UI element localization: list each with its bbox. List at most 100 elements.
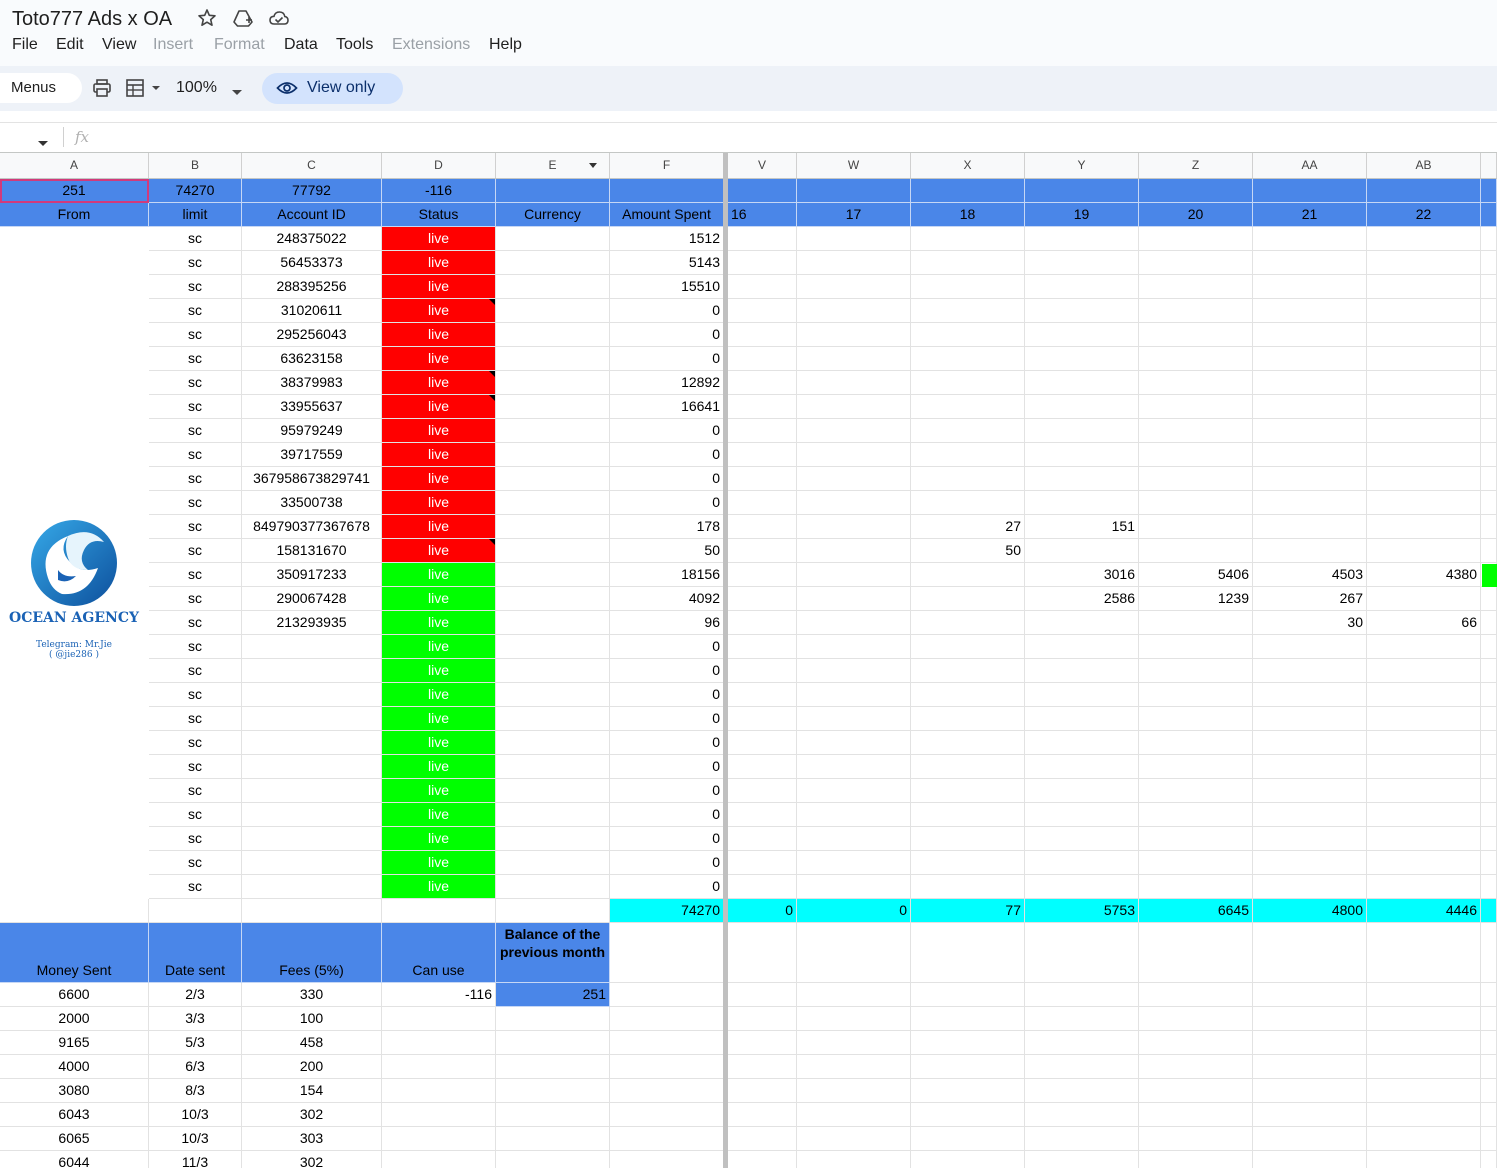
day-cell-y[interactable] <box>1025 827 1139 851</box>
day-cell-aa[interactable] <box>1253 731 1367 755</box>
day-cell-ac[interactable] <box>1481 443 1497 467</box>
day-cell-ab[interactable] <box>1367 395 1481 419</box>
amount-spent-cell[interactable]: 178 <box>610 515 724 539</box>
status-cell[interactable]: live <box>382 467 496 491</box>
empty-cell-w[interactable] <box>797 1103 911 1127</box>
limit-cell[interactable]: sc <box>149 299 242 323</box>
total-cell-w[interactable]: 0 <box>797 899 911 923</box>
totals-cell-c[interactable] <box>242 899 382 923</box>
date-sent-cell[interactable]: 10/3 <box>149 1103 242 1127</box>
limit-cell[interactable]: sc <box>149 347 242 371</box>
amount-spent-cell[interactable]: 0 <box>610 827 724 851</box>
comment-indicator-icon[interactable] <box>489 395 495 401</box>
column-header-v[interactable]: V <box>728 153 797 178</box>
balance-cell[interactable] <box>496 1007 610 1031</box>
limit-cell[interactable]: sc <box>149 395 242 419</box>
day-cell-aa[interactable] <box>1253 299 1367 323</box>
day-cell-w[interactable] <box>797 659 911 683</box>
day-cell-v[interactable] <box>728 803 797 827</box>
empty-cell-z[interactable] <box>1139 1079 1253 1103</box>
amount-spent-cell[interactable]: 0 <box>610 803 724 827</box>
empty-cell-f[interactable] <box>610 1055 724 1079</box>
day-cell-w[interactable] <box>797 539 911 563</box>
from-cell[interactable] <box>0 299 149 323</box>
day-cell-v[interactable] <box>728 587 797 611</box>
account-id-cell[interactable]: 288395256 <box>242 275 382 299</box>
empty-cell-ab[interactable] <box>1367 1007 1481 1031</box>
empty-cell-x[interactable] <box>911 983 1025 1007</box>
day-cell-y[interactable] <box>1025 779 1139 803</box>
from-cell[interactable] <box>0 827 149 851</box>
empty-cell-f[interactable] <box>610 1031 724 1055</box>
empty-cell-x[interactable] <box>911 1007 1025 1031</box>
status-cell[interactable]: live <box>382 539 496 563</box>
empty-cell-w[interactable] <box>797 1079 911 1103</box>
from-cell[interactable] <box>0 491 149 515</box>
day-cell-ac[interactable] <box>1481 395 1497 419</box>
payments-blank-aa[interactable] <box>1253 923 1367 983</box>
day-cell-ab[interactable] <box>1367 827 1481 851</box>
day-cell-ab[interactable] <box>1367 467 1481 491</box>
day-cell-x[interactable] <box>911 227 1025 251</box>
day-cell-z[interactable] <box>1139 875 1253 899</box>
day-cell-v[interactable] <box>728 539 797 563</box>
menu-format[interactable]: Format <box>214 36 265 54</box>
account-id-cell[interactable]: 33955637 <box>242 395 382 419</box>
total-cell-z[interactable]: 6645 <box>1139 899 1253 923</box>
empty-cell-aa[interactable] <box>1253 1031 1367 1055</box>
payments-blank-x[interactable] <box>911 923 1025 983</box>
day-cell-ab[interactable] <box>1367 659 1481 683</box>
empty-cell-v[interactable] <box>728 1055 797 1079</box>
amount-spent-cell[interactable]: 0 <box>610 491 724 515</box>
payments-blank-z[interactable] <box>1139 923 1253 983</box>
row1-cell-d[interactable]: -116 <box>382 179 496 203</box>
day-cell-w[interactable] <box>797 563 911 587</box>
row1-cell-b[interactable]: 74270 <box>149 179 242 203</box>
empty-cell-z[interactable] <box>1139 1127 1253 1151</box>
day-cell-w[interactable] <box>797 347 911 371</box>
day-cell-x[interactable] <box>911 611 1025 635</box>
payments-blank-ab[interactable] <box>1367 923 1481 983</box>
status-cell[interactable]: live <box>382 611 496 635</box>
amount-spent-cell[interactable]: 0 <box>610 467 724 491</box>
day-cell-ab[interactable]: 4380 <box>1367 563 1481 587</box>
day-cell-y[interactable] <box>1025 395 1139 419</box>
from-cell[interactable] <box>0 395 149 419</box>
row1-cell-v[interactable] <box>728 179 797 203</box>
amount-spent-cell[interactable]: 0 <box>610 659 724 683</box>
empty-cell-w[interactable] <box>797 1151 911 1168</box>
day-cell-ac[interactable] <box>1481 635 1497 659</box>
day-cell-y[interactable]: 151 <box>1025 515 1139 539</box>
frozen-columns-divider[interactable] <box>723 153 728 1168</box>
money-sent-cell[interactable]: 4000 <box>0 1055 149 1079</box>
row1-cell-ac[interactable] <box>1481 179 1497 203</box>
day-cell-w[interactable] <box>797 299 911 323</box>
account-id-cell[interactable] <box>242 659 382 683</box>
empty-cell-x[interactable] <box>911 1031 1025 1055</box>
row1-cell-w[interactable] <box>797 179 911 203</box>
empty-cell-x[interactable] <box>911 1127 1025 1151</box>
amount-spent-cell[interactable]: 0 <box>610 419 724 443</box>
day-cell-y[interactable] <box>1025 347 1139 371</box>
day-cell-ab[interactable] <box>1367 443 1481 467</box>
account-id-cell[interactable] <box>242 803 382 827</box>
balance-cell[interactable] <box>496 1151 610 1168</box>
day-cell-ab[interactable] <box>1367 779 1481 803</box>
move-to-drive-icon[interactable] <box>232 8 254 33</box>
row1-cell-z[interactable] <box>1139 179 1253 203</box>
status-cell[interactable]: live <box>382 635 496 659</box>
day-cell-w[interactable] <box>797 323 911 347</box>
empty-cell-ac[interactable] <box>1481 983 1497 1007</box>
day-cell-x[interactable] <box>911 851 1025 875</box>
day-cell-z[interactable] <box>1139 443 1253 467</box>
day-cell-aa[interactable]: 30 <box>1253 611 1367 635</box>
account-id-cell[interactable]: 56453373 <box>242 251 382 275</box>
menu-view[interactable]: View <box>102 36 136 54</box>
day-cell-aa[interactable] <box>1253 251 1367 275</box>
amount-spent-cell[interactable]: 4092 <box>610 587 724 611</box>
currency-cell[interactable] <box>496 779 610 803</box>
day-cell-v[interactable] <box>728 419 797 443</box>
formula-input[interactable] <box>100 123 1490 152</box>
day-cell-z[interactable] <box>1139 827 1253 851</box>
amount-spent-cell[interactable]: 0 <box>610 683 724 707</box>
